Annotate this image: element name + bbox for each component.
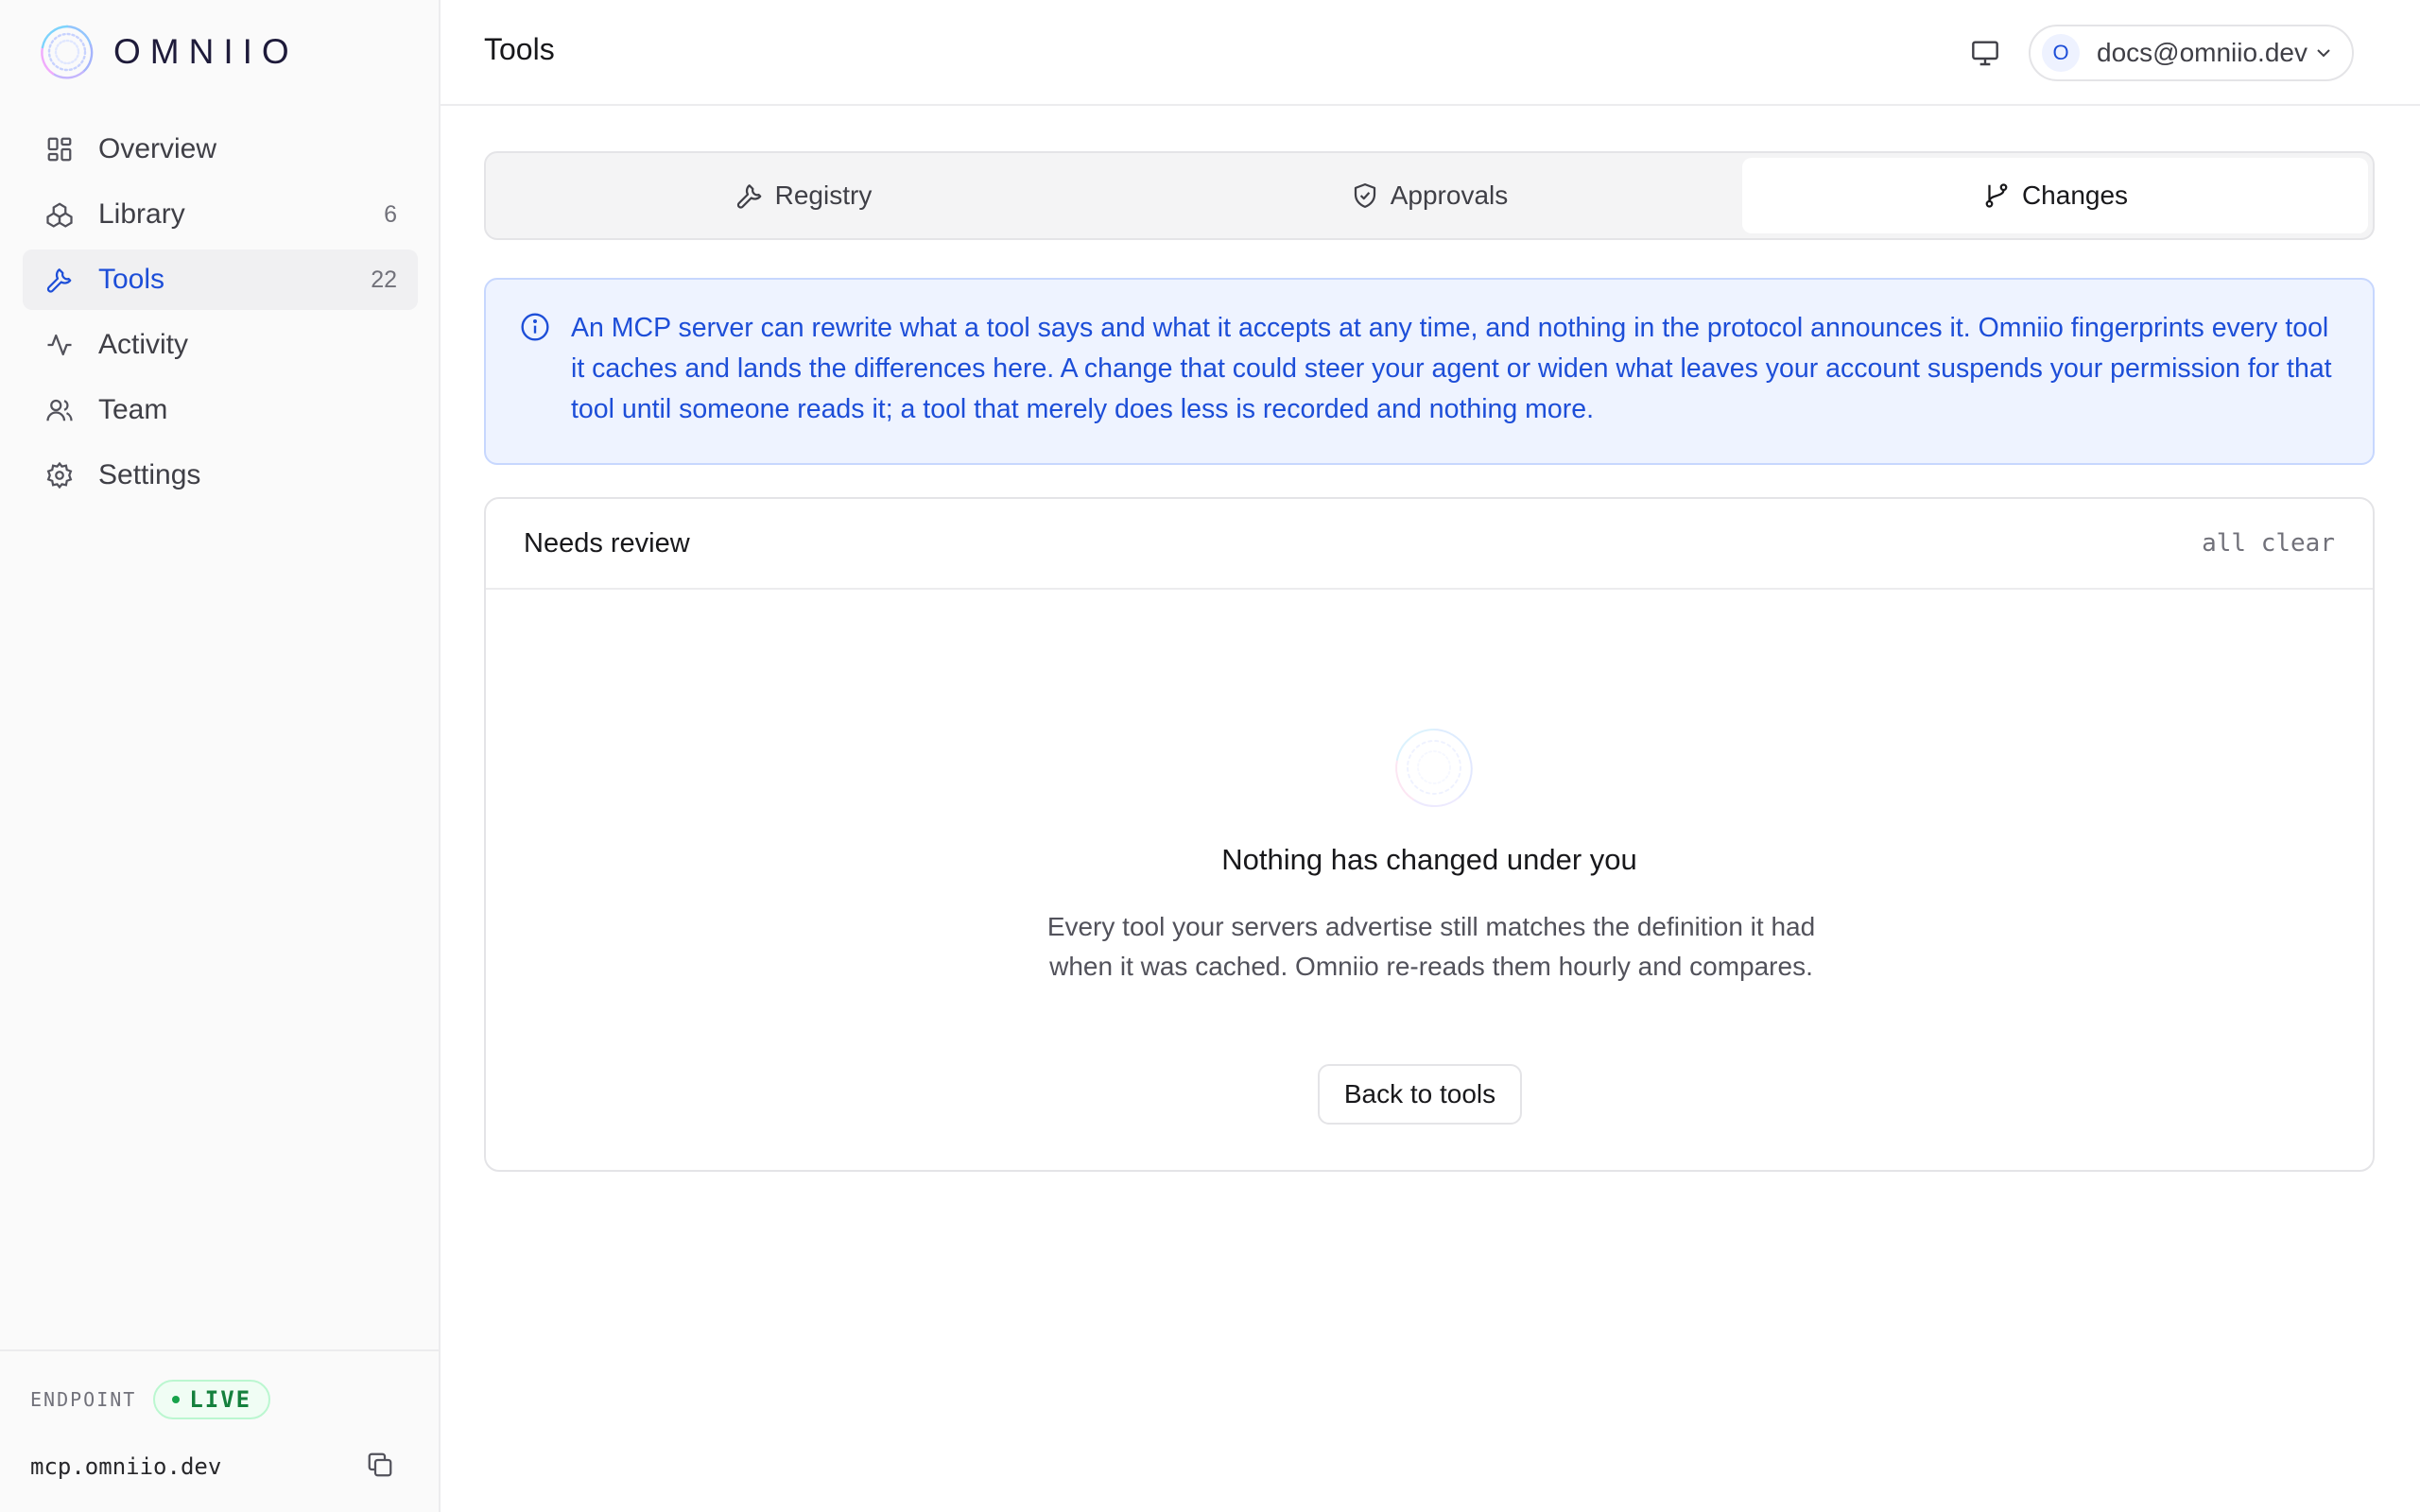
display-mode-button[interactable] [1964, 34, 2006, 72]
sidebar-item-label: Library [98, 198, 185, 230]
tab-changes[interactable]: Changes [1742, 158, 2368, 233]
sidebar-item-label: Overview [98, 133, 217, 164]
tab-approvals[interactable]: Approvals [1116, 158, 1742, 233]
grid-icon [43, 133, 76, 165]
account-email: docs@omniio.dev [2097, 38, 2308, 67]
sidebar-item-settings[interactable]: Settings [23, 445, 418, 506]
empty-state-text: Every tool your servers advertise still … [1046, 912, 1816, 981]
chevron-down-icon [2317, 49, 2330, 58]
review-status: all clear [2202, 529, 2335, 558]
needs-review-card: Needs review all clear Nothing has chang… [484, 497, 2375, 1172]
top-header: Tools O docs@omniio.dev [441, 0, 2420, 106]
sidebar-item-tools[interactable]: Tools 22 [23, 249, 418, 310]
logo[interactable]: OMNIIO [36, 21, 299, 83]
live-badge: LIVE [153, 1380, 271, 1419]
info-banner: An MCP server can rewrite what a tool sa… [484, 278, 2375, 465]
sidebar-item-overview[interactable]: Overview [23, 119, 418, 180]
live-dot-icon [172, 1396, 181, 1403]
shield-check-icon [1354, 183, 1375, 208]
info-icon [521, 313, 549, 341]
sidebar-item-activity[interactable]: Activity [23, 315, 418, 375]
page-title: Tools [484, 32, 555, 66]
sidebar-footer: ENDPOINT LIVE mcp.omniio.dev [0, 1349, 439, 1512]
sidebar-item-count: 22 [371, 266, 397, 293]
endpoint-row: ENDPOINT LIVE [30, 1380, 271, 1419]
gear-icon [43, 459, 76, 491]
wrench-icon [43, 264, 76, 296]
account-menu-button[interactable]: O docs@omniio.dev [2029, 25, 2354, 81]
sidebar-item-label: Activity [98, 329, 189, 360]
brand-name: OMNIIO [113, 32, 299, 71]
info-text: An MCP server can rewrite what a tool sa… [571, 313, 2332, 424]
card-title: Needs review [524, 527, 690, 558]
sidebar-item-team[interactable]: Team [23, 380, 418, 440]
sidebar: OMNIIO Overview Library 6 Tools 22 Activ… [0, 0, 441, 1512]
wrench-icon [736, 184, 762, 209]
tab-label: Registry [774, 180, 873, 210]
monitor-icon [1972, 41, 1998, 66]
sidebar-item-label: Settings [98, 459, 201, 490]
copy-endpoint-button[interactable] [361, 1446, 399, 1484]
tab-label: Changes [2021, 180, 2129, 210]
sidebar-item-library[interactable]: Library 6 [23, 184, 418, 245]
tab-registry[interactable]: Registry [491, 158, 1116, 233]
endpoint-label: ENDPOINT [30, 1388, 137, 1411]
sidebar-item-label: Tools [98, 264, 165, 295]
sidebar-item-label: Team [98, 394, 168, 425]
tab-label: Approvals [1390, 180, 1509, 210]
sidebar-nav: Overview Library 6 Tools 22 Activity Tea… [23, 119, 418, 510]
copy-icon [368, 1452, 392, 1477]
empty-state-title: Nothing has changed under you [1221, 843, 1637, 876]
git-branch-icon [1985, 183, 2008, 208]
tools-tabs: Registry Approvals Changes [484, 151, 2375, 240]
blocks-icon [43, 198, 76, 231]
users-icon [43, 394, 76, 426]
sidebar-item-count: 6 [384, 200, 397, 228]
endpoint-url: mcp.omniio.dev [30, 1453, 222, 1480]
activity-icon [43, 329, 76, 361]
back-to-tools-button[interactable]: Back to tools [1318, 1064, 1522, 1125]
card-header: Needs review all clear [486, 499, 2373, 590]
omniio-spiral-icon [1395, 729, 1473, 808]
omniio-logo-icon [41, 25, 94, 79]
avatar: O [2042, 34, 2080, 72]
live-label: LIVE [189, 1386, 252, 1413]
